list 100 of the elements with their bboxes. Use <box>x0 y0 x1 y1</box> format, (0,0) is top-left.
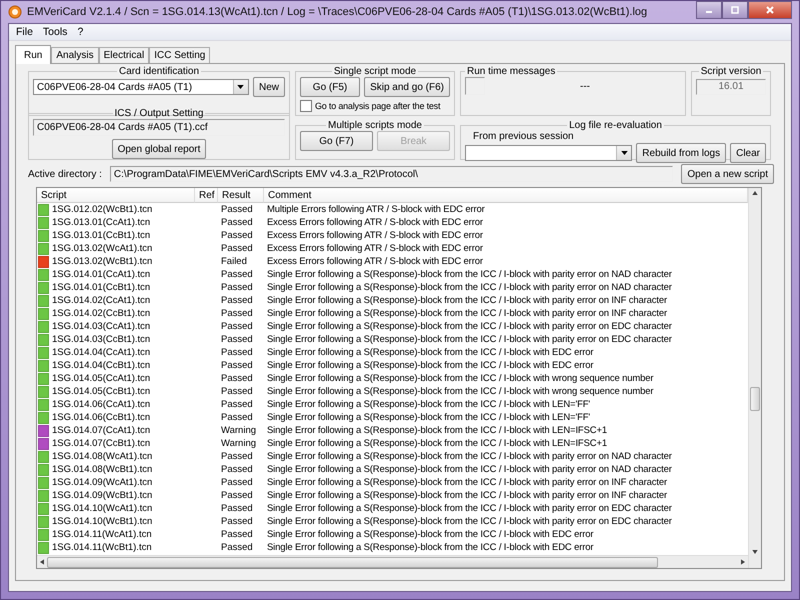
table-cell-text: Passed <box>220 386 254 397</box>
table-cell-text: Single Error following a S(Response)-block from the ICC / I-block with LEN='FF' <box>266 412 592 423</box>
table-cell-text: Passed <box>220 490 254 501</box>
table-cell-text: Single Error following a S(Response)-block from the ICC / I-block with EDC error <box>266 529 594 540</box>
table-cell-text: 1SG.014.10(WcBt1).tcn <box>51 516 154 527</box>
table-cell-text: 1SG.014.03(CcAt1).tcn <box>51 321 152 332</box>
table-cell-text: Passed <box>220 269 254 280</box>
group-title: Run time messages <box>466 66 556 77</box>
table-cell-text: Single Error following a S(Response)-block from the ICC / I-block with parity error on NAD character <box>266 464 673 475</box>
log-button[interactable]: Rebuild from logs <box>636 143 726 163</box>
column-header[interactable]: Comment <box>264 188 748 203</box>
table-cell-text: 1SG.014.01(CcAt1).tcn <box>51 269 152 280</box>
run-message: --- <box>579 80 591 92</box>
scroll-left-icon[interactable] <box>40 559 44 565</box>
column-header[interactable]: Ref <box>195 188 218 203</box>
scroll-right-icon[interactable] <box>741 559 745 565</box>
table-cell-text: Passed <box>220 243 254 254</box>
tab[interactable]: Run <box>15 45 52 64</box>
dropdown-arrow-icon <box>620 151 628 155</box>
scroll-thumb[interactable] <box>750 386 760 411</box>
table-cell-text: Passed <box>220 373 254 384</box>
session-dropdown[interactable] <box>465 145 632 161</box>
close-icon <box>765 5 775 15</box>
table-cell-text: Passed <box>220 451 254 462</box>
close-button[interactable] <box>748 1 792 19</box>
table-cell-text: Passed <box>220 321 254 332</box>
table-cell-text: 1SG.014.06(CcAt1).tcn <box>51 399 152 410</box>
table-cell-text: Single Error following a S(Response)-block from the ICC / I-block with parity error on NAD character <box>266 269 673 280</box>
run-button[interactable]: Go (F7) <box>300 131 373 151</box>
table-cell-text: Passed <box>220 295 254 306</box>
table-cell-text: Excess Errors following ATR / S-block with EDC error <box>266 217 484 228</box>
open-report-button[interactable]: Open global report <box>112 139 206 159</box>
table-cell-text: Single Error following a S(Response)-block from the ICC / I-block with parity error on INF character <box>266 308 668 319</box>
new-button[interactable]: New <box>252 77 285 97</box>
table-cell-text: 1SG.014.02(CcAt1).tcn <box>51 295 152 306</box>
directory-label: Active directory : <box>28 168 102 180</box>
table-cell-text: Passed <box>220 516 254 527</box>
tab[interactable]: Analysis <box>51 47 99 63</box>
directory-field: C:\ProgramData\FIME\EMVeriCard\Scripts EMV v4.3.a_R2\Protocol\ <box>110 166 674 182</box>
table-cell-text: 1SG.014.07(CcBt1).tcn <box>51 438 152 449</box>
table-cell-text: 1SG.013.02(WcBt1).tcn <box>51 256 154 267</box>
table-cell-text: Passed <box>220 230 254 241</box>
group-title: Script version <box>700 66 762 77</box>
table-cell-text: Single Error following a S(Response)-block from the ICC / I-block with wrong sequence number <box>266 386 654 397</box>
scroll-up-icon[interactable] <box>752 191 758 195</box>
table-cell-text: 1SG.014.11(WcBt1).tcn <box>51 542 153 553</box>
table-cell-text: 1SG.014.09(WcBt1).tcn <box>51 490 154 501</box>
menu-item[interactable]: File <box>12 26 37 38</box>
column-header[interactable]: Result <box>218 188 264 203</box>
horizontal-scrollbar[interactable] <box>37 555 748 568</box>
menu-item[interactable]: ? <box>73 26 88 38</box>
tab[interactable]: Electrical <box>98 47 150 63</box>
table-cell-text: Single Error following a S(Response)-block from the ICC / I-block with parity error on EDC character <box>266 503 673 514</box>
table-cell-text: 1SG.014.09(WcAt1).tcn <box>51 477 154 488</box>
table-cell-text: 1SG.014.04(CcBt1).tcn <box>51 360 152 371</box>
table-cell-text: 1SG.014.02(CcBt1).tcn <box>51 308 152 319</box>
open-script-button[interactable]: Open a new script <box>681 164 774 184</box>
table-cell-text: Passed <box>220 542 254 553</box>
table-cell-text: Multiple Errors following ATR / S-block with EDC error <box>266 204 486 215</box>
tab[interactable]: ICC Setting <box>149 47 210 63</box>
maximize-button[interactable] <box>722 1 748 19</box>
table-cell-text: Passed <box>220 503 254 514</box>
table-cell-text: 1SG.014.11(WcAt1).tcn <box>51 529 153 540</box>
table-cell-text: Single Error following a S(Response)-block from the ICC / I-block with LEN='FF' <box>266 399 592 410</box>
table-cell-text: 1SG.013.02(WcAt1).tcn <box>51 243 154 254</box>
minimize-button[interactable] <box>696 1 722 19</box>
group-title: Card identification <box>118 66 200 77</box>
column-header[interactable]: Script <box>37 188 195 203</box>
table-cell-text: 1SG.014.06(CcBt1).tcn <box>51 412 152 423</box>
run-button[interactable]: Go (F5) <box>300 77 360 97</box>
table-cell-text: Single Error following a S(Response)-block from the ICC / I-block with parity error on EDC character <box>266 334 673 345</box>
dropdown-arrow-icon <box>237 85 244 89</box>
scroll-down-icon[interactable] <box>752 550 758 554</box>
vertical-scrollbar[interactable] <box>748 188 761 568</box>
ics-field: C06PVE06-28-04 Cards #A05 (T1).ccf <box>33 119 285 136</box>
scroll-thumb[interactable] <box>47 556 658 568</box>
table-cell-text: Passed <box>220 217 254 228</box>
card-dropdown[interactable]: C06PVE06-28-04 Cards #A05 (T1) <box>33 79 249 95</box>
log-button[interactable]: Clear <box>730 143 766 163</box>
window-title: EMVeriCard V2.1.4 / Scn = 1SG.014.13(WcAt1).tcn / Log = \Traces\C06PVE06-28-04 Cards #A05 (T1)\1SG.013.02(WcBt1).log <box>27 6 648 18</box>
table-cell-text: Single Error following a S(Response)-block from the ICC / I-block with EDC error <box>266 542 594 553</box>
table-cell-text: Single Error following a S(Response)-block from the ICC / I-block with parity error on INF character <box>266 490 668 501</box>
table-cell-text: 1SG.014.05(CcAt1).tcn <box>51 373 152 384</box>
table-cell-text: Excess Errors following ATR / S-block with EDC error <box>266 243 484 254</box>
menu-item[interactable]: Tools <box>38 26 72 38</box>
status-indicator <box>465 77 485 95</box>
table-cell-text: Excess Errors following ATR / S-block with EDC error <box>266 256 484 267</box>
table-cell-text: Passed <box>220 464 254 475</box>
table-cell-text: Single Error following a S(Response)-block from the ICC / I-block with parity error on NAD character <box>266 282 673 293</box>
table-cell-text: Passed <box>220 360 254 371</box>
table-cell-text: Passed <box>220 334 254 345</box>
table-cell-text: 1SG.014.07(CcAt1).tcn <box>51 425 152 436</box>
table-cell-text: Excess Errors following ATR / S-block with EDC error <box>266 230 484 241</box>
table-cell-text: Passed <box>220 399 254 410</box>
table-cell-text: Single Error following a S(Response)-block from the ICC / I-block with LEN=IFSC+1 <box>266 425 608 436</box>
analysis-checkbox[interactable]: Go to analysis page after the test <box>300 100 440 112</box>
table-cell-text: Single Error following a S(Response)-block from the ICC / I-block with parity error on NAD character <box>266 451 673 462</box>
run-button[interactable]: Skip and go (F6) <box>364 77 450 97</box>
group-title: ICS / Output Setting <box>114 108 204 119</box>
table-cell-text: 1SG.012.02(WcBt1).tcn <box>51 204 154 215</box>
